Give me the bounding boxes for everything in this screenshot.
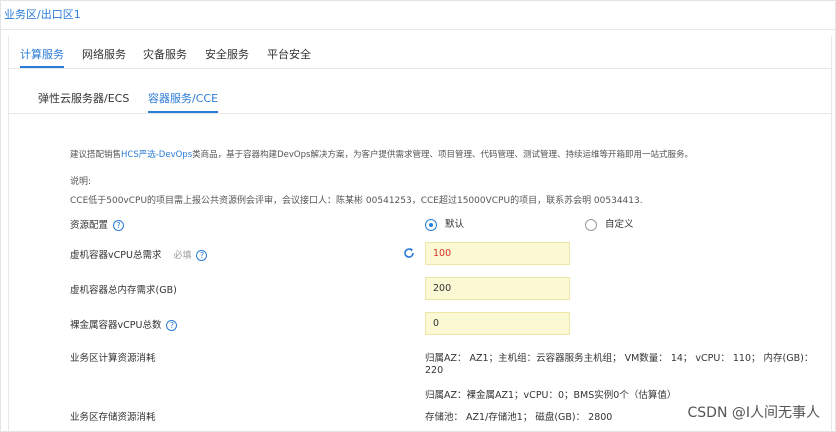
- radio-unchecked-icon[interactable]: [585, 218, 597, 231]
- radio-custom[interactable]: 自定义: [585, 216, 634, 231]
- description-text: 建议搭配销售HCS严选-DevOps类商品，基于容器构建DevOps解决方案，为…: [70, 148, 693, 160]
- watermark: CSDN @I人间无事人: [687, 405, 821, 421]
- tab-network-service[interactable]: 网络服务: [82, 46, 126, 62]
- tab-platform-security[interactable]: 平台安全: [267, 46, 311, 62]
- refresh-icon[interactable]: [403, 247, 415, 259]
- tab-security-service[interactable]: 安全服务: [205, 46, 249, 62]
- baremetal-vcpu-input[interactable]: 0: [425, 312, 570, 335]
- resource-config-label-text: 资源配置: [70, 220, 109, 231]
- compute-consumption-line1: 归属AZ： AZ1；主机组：云容器服务主机组； VM数量： 14； vCPU： …: [425, 353, 814, 364]
- baremetal-vcpu-label-text: 裸金属容器vCPU总数: [70, 320, 162, 331]
- radio-custom-label: 自定义: [605, 219, 634, 230]
- memory-demand-input[interactable]: 200: [425, 277, 570, 300]
- region-title[interactable]: 业务区/出口区1: [4, 6, 81, 22]
- tabs-divider: [8, 68, 832, 69]
- tab-compute-service[interactable]: 计算服务: [20, 46, 64, 68]
- compute-consumption-line2: 归属AZ：裸金属AZ1；vCPU：0；BMS实例0个（估算值）: [425, 390, 677, 401]
- description-prefix: 建议搭配销售: [70, 150, 122, 160]
- resource-config-label: 资源配置?: [70, 217, 125, 231]
- content-panel: [8, 36, 832, 432]
- baremetal-vcpu-label: 裸金属容器vCPU总数?: [70, 317, 178, 331]
- note-title: 说明:: [70, 177, 92, 187]
- tab-disaster-recovery-service[interactable]: 灾备服务: [143, 46, 187, 62]
- compute-consumption-line1b: 220: [425, 365, 444, 376]
- radio-default-label: 默认: [445, 219, 465, 230]
- note-text: CCE低于500vCPU的项目需上报公共资源例会评审，会议接口人：陈某彬 005…: [70, 196, 643, 206]
- help-icon[interactable]: ?: [166, 320, 178, 331]
- top-bar: 业务区/出口区1: [0, 0, 836, 30]
- description-suffix: 类商品，基于容器构建DevOps解决方案，为客户提供需求管理、项目管理、代码管理…: [192, 150, 693, 160]
- radio-default[interactable]: 默认: [425, 216, 464, 231]
- radio-checked-icon[interactable]: [425, 218, 437, 231]
- required-marker: 必填: [173, 251, 192, 261]
- help-icon[interactable]: ?: [113, 220, 125, 231]
- subtab-ecs[interactable]: 弹性云服务器/ECS: [38, 90, 129, 106]
- subtabs-divider: [8, 113, 832, 114]
- subtab-cce[interactable]: 容器服务/CCE: [148, 90, 219, 113]
- storage-consumption-line1: 存储池： AZ1/存储池1； 磁盘(GB)： 2800: [425, 412, 613, 423]
- vcpu-demand-input[interactable]: 100: [425, 242, 570, 265]
- devops-link[interactable]: HCS严选-DevOps: [121, 150, 192, 160]
- vcpu-demand-label-text: 虚机容器vCPU总需求: [70, 250, 162, 261]
- storage-consumption-label: 业务区存储资源消耗: [70, 412, 156, 423]
- compute-consumption-label: 业务区计算资源消耗: [70, 353, 156, 364]
- memory-demand-label: 虚机容器总内存需求(GB): [70, 285, 177, 296]
- vcpu-demand-label: 虚机容器vCPU总需求 必填?: [70, 247, 208, 261]
- help-icon[interactable]: ?: [196, 250, 208, 261]
